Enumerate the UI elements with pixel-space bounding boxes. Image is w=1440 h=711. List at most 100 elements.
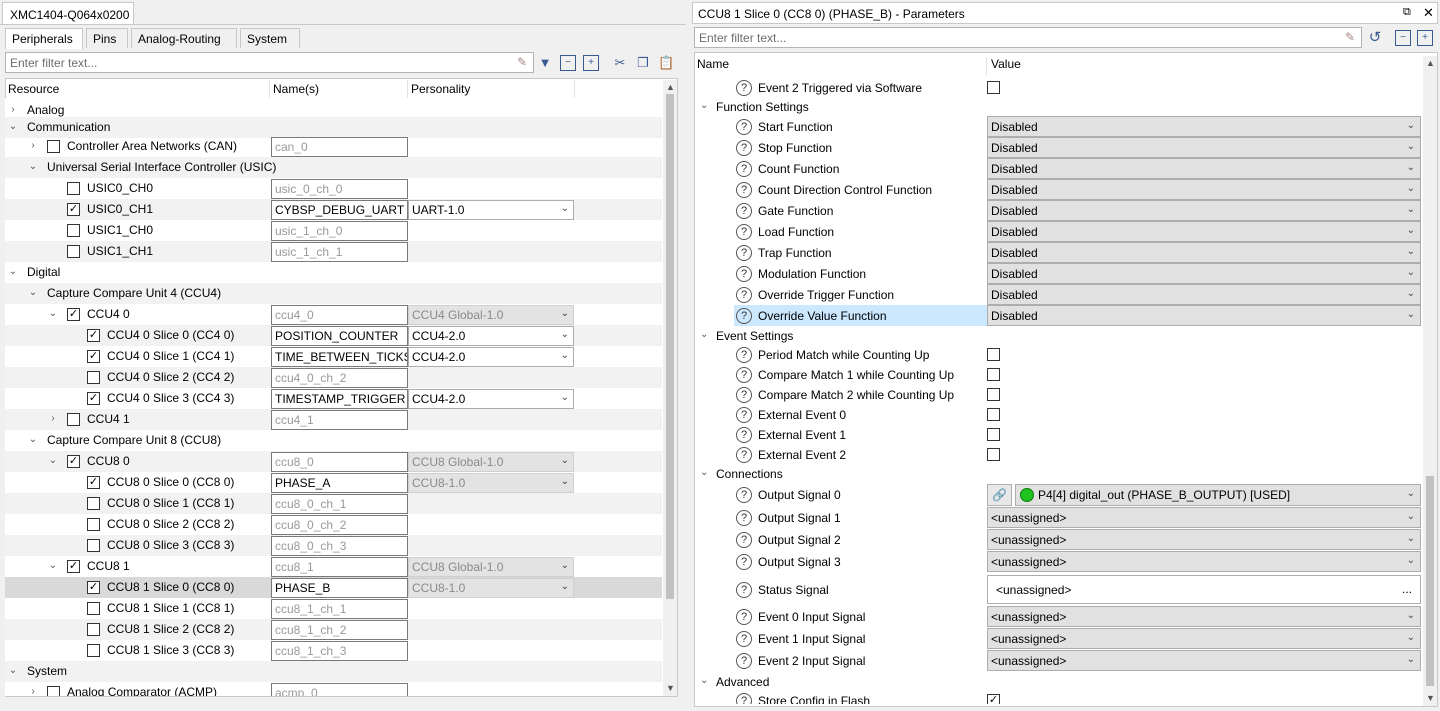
resource-name-field[interactable]: usic_1_ch_1	[271, 242, 408, 262]
resource-checkbox[interactable]: ✓	[67, 308, 80, 321]
help-icon[interactable]: ?	[736, 387, 752, 403]
clear-filter-icon[interactable]: ✎	[1345, 30, 1355, 44]
personality-select[interactable]: UART-1.0 ⌄	[408, 200, 574, 220]
resource-name-field[interactable]: CYBSP_DEBUG_UART	[271, 200, 408, 220]
category-row[interactable]: ⌄ Advanced	[696, 672, 1422, 691]
collapse-all-icon[interactable]: −	[1395, 30, 1411, 46]
resource-checkbox[interactable]	[67, 224, 80, 237]
resource-checkbox[interactable]: ✓	[87, 476, 100, 489]
parameter-row[interactable]: ? Stop Function Disabled ⌄	[696, 137, 1422, 158]
help-icon[interactable]: ?	[736, 203, 752, 219]
tree-row[interactable]: ⌄ Capture Compare Unit 4 (CCU4)	[5, 283, 662, 304]
tree-row[interactable]: CCU8 0 Slice 2 (CC8 2) ccu8_0_ch_2	[5, 514, 662, 535]
category-row[interactable]: ⌄ Event Settings	[696, 326, 1422, 345]
scroll-up-icon[interactable]: ▲	[666, 82, 675, 92]
column-name[interactable]: Name	[697, 57, 984, 75]
parameter-select[interactable]: Disabled ⌄	[987, 242, 1421, 263]
parameter-row[interactable]: ? Start Function Disabled ⌄	[696, 116, 1422, 137]
resource-name-field[interactable]: can_0	[271, 137, 408, 157]
parameter-select[interactable]: <unassigned> ⌄	[987, 606, 1421, 627]
category-row[interactable]: ⌄ Connections	[696, 464, 1422, 483]
parameter-row[interactable]: ? External Event 0	[696, 405, 1422, 425]
parameter-row[interactable]: ? Output Signal 3 <unassigned> ⌄	[696, 551, 1422, 573]
collapse-arrow-icon[interactable]: ⌄	[47, 454, 59, 468]
resource-name-field[interactable]: TIME_BETWEEN_TICKS	[271, 347, 408, 367]
tree-row[interactable]: ✓ CCU4 0 Slice 0 (CC4 0) POSITION_COUNTER C…	[5, 325, 662, 346]
tree-row[interactable]: › Analog Comparator (ACMP) acmp_0	[5, 682, 662, 696]
personality-select[interactable]: CCU8-1.0 ⌄	[408, 473, 574, 493]
help-icon[interactable]: ?	[736, 80, 752, 96]
parameter-row[interactable]: ? Count Function Disabled ⌄	[696, 158, 1422, 179]
tab-pins[interactable]: Pins	[86, 28, 128, 48]
tree-row[interactable]: CCU4 0 Slice 2 (CC4 2) ccu4_0_ch_2	[5, 367, 662, 388]
resource-checkbox[interactable]	[67, 182, 80, 195]
parameter-row[interactable]: ? Period Match while Counting Up	[696, 345, 1422, 365]
personality-select[interactable]: CCU4 Global-1.0 ⌄	[408, 305, 574, 325]
cut-icon[interactable]: ✂	[612, 55, 628, 71]
parameter-row[interactable]: ? Event 2 Input Signal <unassigned> ⌄	[696, 650, 1422, 672]
tree-row[interactable]: › Controller Area Networks (CAN) can_0	[5, 136, 662, 157]
help-icon[interactable]: ?	[736, 367, 752, 383]
resource-checkbox[interactable]	[67, 245, 80, 258]
scrollbar-thumb[interactable]	[666, 94, 674, 599]
resource-checkbox[interactable]	[87, 644, 100, 657]
tree-row[interactable]: CCU8 0 Slice 3 (CC8 3) ccu8_0_ch_3	[5, 535, 662, 556]
help-icon[interactable]: ?	[736, 161, 752, 177]
tree-row[interactable]: ⌄ Universal Serial Interface Controller (…	[5, 157, 662, 178]
tab-system[interactable]: System	[240, 28, 300, 48]
column-value[interactable]: Value	[986, 57, 1416, 75]
column-names[interactable]: Name(s)	[271, 80, 408, 98]
personality-select[interactable]: CCU8-1.0 ⌄	[408, 578, 574, 598]
parameter-checkbox[interactable]	[987, 408, 1000, 421]
resource-name-field[interactable]: TIMESTAMP_TRIGGER	[271, 389, 408, 409]
collapse-all-icon[interactable]: −	[560, 55, 576, 71]
personality-select[interactable]: CCU8 Global-1.0 ⌄	[408, 452, 574, 472]
parameter-checkbox[interactable]	[987, 428, 1000, 441]
resource-name-field[interactable]: ccu8_1_ch_2	[271, 620, 408, 640]
parameter-row[interactable]: ? Output Signal 0 🔗 P4[4] digital_out (PHAS…	[696, 483, 1422, 507]
clear-filter-icon[interactable]: ✎	[517, 55, 527, 69]
copy-icon[interactable]: ❐	[635, 55, 651, 71]
tree-row[interactable]: ⌄ ✓ CCU8 0 ccu8_0 CCU8 Global-1.0 ⌄	[5, 451, 662, 472]
tree-row[interactable]: ⌄ Communication	[5, 117, 662, 138]
parameters-scrollbar[interactable]: ▲ ▼	[1423, 56, 1437, 706]
parameter-select[interactable]: <unassigned> ⌄	[987, 650, 1421, 671]
parameter-select[interactable]: Disabled ⌄	[987, 137, 1421, 158]
collapse-arrow-icon[interactable]: ⌄	[27, 286, 39, 300]
tree-row[interactable]: ⌄ Digital	[5, 262, 662, 283]
collapse-arrow-icon[interactable]: ⌄	[7, 664, 19, 678]
parameter-row[interactable]: ? External Event 1	[696, 425, 1422, 445]
resource-name-field[interactable]: PHASE_B	[271, 578, 408, 598]
help-icon[interactable]: ?	[736, 140, 752, 156]
expand-arrow-icon[interactable]: ›	[27, 139, 39, 153]
parameter-checkbox[interactable]	[987, 368, 1000, 381]
parameter-select[interactable]: Disabled ⌄	[987, 158, 1421, 179]
resource-checkbox[interactable]	[47, 686, 60, 696]
tree-row[interactable]: CCU8 1 Slice 3 (CC8 3) ccu8_1_ch_3	[5, 640, 662, 661]
parameter-select[interactable]: P4[4] digital_out (PHASE_B_OUTPUT) [USED…	[1015, 484, 1421, 506]
filter-icon[interactable]: ▼	[537, 55, 553, 71]
expand-arrow-icon[interactable]: ›	[27, 685, 39, 696]
paste-icon[interactable]: 📋	[658, 55, 674, 71]
tree-row[interactable]: ✓ CCU8 1 Slice 0 (CC8 0) PHASE_B CCU8-1.0 ⌄	[5, 577, 662, 598]
help-icon[interactable]: ?	[736, 308, 752, 324]
tree-row[interactable]: USIC1_CH1 usic_1_ch_1	[5, 241, 662, 262]
help-icon[interactable]: ?	[736, 510, 752, 526]
help-icon[interactable]: ?	[736, 693, 752, 704]
help-icon[interactable]: ?	[736, 447, 752, 463]
parameter-row[interactable]: ? Override Trigger Function Disabled ⌄	[696, 284, 1422, 305]
scrollbar-thumb[interactable]	[1426, 476, 1434, 686]
parameter-select[interactable]: Disabled ⌄	[987, 284, 1421, 305]
tree-row[interactable]: USIC1_CH0 usic_1_ch_0	[5, 220, 662, 241]
close-icon[interactable]: ✕	[1423, 5, 1434, 21]
help-icon[interactable]: ?	[736, 487, 752, 503]
help-icon[interactable]: ?	[736, 245, 752, 261]
tree-row[interactable]: ✓ CCU4 0 Slice 3 (CC4 3) TIMESTAMP_TRIGGER…	[5, 388, 662, 409]
resource-checkbox[interactable]	[67, 413, 80, 426]
resource-name-field[interactable]: ccu8_0_ch_2	[271, 515, 408, 535]
help-icon[interactable]: ?	[736, 631, 752, 647]
personality-select[interactable]: CCU4-2.0 ⌄	[408, 347, 574, 367]
parameter-checkbox[interactable]	[987, 81, 1000, 94]
resource-checkbox[interactable]	[87, 497, 100, 510]
resource-name-field[interactable]: ccu4_0	[271, 305, 408, 325]
